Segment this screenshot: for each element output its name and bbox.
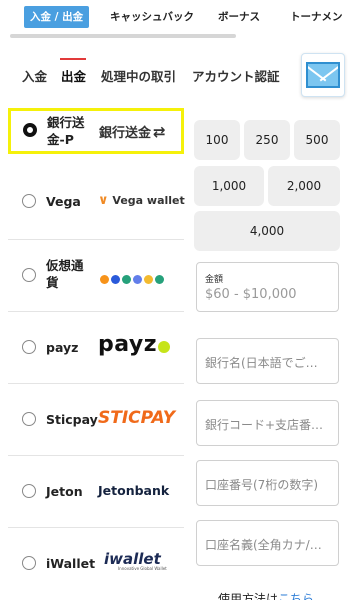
bank-code-field[interactable]: 銀行コード+支店番… bbox=[196, 400, 339, 446]
method-crypto[interactable]: 仮想通貨 bbox=[8, 240, 184, 312]
jetonbank-logo: Jetonbank bbox=[98, 483, 170, 498]
subtab-withdraw[interactable]: 出金 bbox=[61, 66, 86, 85]
amount-field-label: 金額 bbox=[205, 275, 224, 285]
radio-bank-transfer[interactable] bbox=[23, 123, 37, 137]
account-number-field[interactable]: 口座番号(7桁の数字) bbox=[196, 460, 339, 506]
amount-100-button[interactable]: 100 bbox=[194, 120, 240, 160]
subtab-deposit[interactable]: 入金 bbox=[22, 66, 47, 85]
method-jeton[interactable]: Jeton Jetonbank bbox=[8, 456, 184, 528]
method-iwallet[interactable]: iWallet iwallet Innovative Global Wallet bbox=[8, 528, 184, 594]
usage-link[interactable]: こちら bbox=[278, 592, 314, 600]
mail-icon bbox=[306, 62, 340, 88]
account-number-placeholder: 口座番号(7桁の数字) bbox=[205, 478, 318, 492]
tab-cashback[interactable]: キャッシュバック bbox=[110, 6, 194, 28]
method-sticpay[interactable]: Sticpay STICPAY bbox=[8, 384, 184, 456]
amount-4000-button[interactable]: 4,000 bbox=[194, 211, 340, 251]
tab-scroll-indicator bbox=[10, 34, 236, 38]
subtab-active-indicator bbox=[60, 58, 86, 60]
method-bank-transfer[interactable]: 銀行送 金-P 銀行送金 ⇄ bbox=[8, 108, 184, 154]
radio-sticpay[interactable] bbox=[22, 412, 36, 426]
account-holder-field[interactable]: 口座名義(全角カナ/… bbox=[196, 520, 339, 566]
method-name: 銀行送 金-P bbox=[47, 115, 85, 147]
amount-field-placeholder: $60 - $10,000 bbox=[205, 287, 297, 302]
method-name: 仮想通貨 bbox=[46, 258, 84, 290]
top-tab-bar: 入金 / 出金 キャッシュバック ボーナス トーナメン bbox=[0, 0, 353, 40]
bank-code-placeholder: 銀行コード+支店番… bbox=[205, 418, 324, 432]
subtab-pending[interactable]: 処理中の取引 bbox=[101, 66, 176, 85]
method-name: Vega bbox=[46, 194, 81, 209]
vega-logo: ∨ Vega wallet bbox=[98, 193, 185, 208]
radio-iwallet[interactable] bbox=[22, 556, 36, 570]
method-vega[interactable]: Vega ∨ Vega wallet bbox=[8, 160, 185, 240]
method-name: payz bbox=[46, 340, 79, 355]
radio-payz[interactable] bbox=[22, 340, 36, 354]
method-name: iWallet bbox=[46, 556, 96, 571]
amount-500-button[interactable]: 500 bbox=[294, 120, 340, 160]
tab-deposit-withdraw[interactable]: 入金 / 出金 bbox=[24, 6, 90, 28]
amount-2000-button[interactable]: 2,000 bbox=[268, 166, 340, 206]
amount-250-button[interactable]: 250 bbox=[244, 120, 290, 160]
mail-button[interactable] bbox=[301, 53, 345, 97]
tab-tournament[interactable]: トーナメン bbox=[290, 6, 343, 28]
amount-1000-button[interactable]: 1,000 bbox=[194, 166, 264, 206]
radio-vega[interactable] bbox=[22, 194, 36, 208]
bank-name-placeholder: 銀行名(日本語でご… bbox=[205, 356, 318, 370]
subtab-verification[interactable]: アカウント認証 bbox=[192, 66, 280, 85]
payz-logo: payz bbox=[98, 332, 171, 357]
usage-note: 使用方法はこちら bbox=[218, 590, 314, 600]
method-name: Jeton bbox=[46, 484, 83, 499]
bank-name-field[interactable]: 銀行名(日本語でご… bbox=[196, 338, 339, 384]
crypto-logos bbox=[100, 269, 166, 288]
sticpay-logo: STICPAY bbox=[98, 408, 176, 428]
bank-transfer-logo: 銀行送金 ⇄ bbox=[99, 123, 166, 141]
method-payz[interactable]: payz payz bbox=[8, 312, 184, 384]
account-holder-placeholder: 口座名義(全角カナ/… bbox=[205, 538, 322, 552]
tab-bonus[interactable]: ボーナス bbox=[218, 6, 260, 28]
method-name: Sticpay bbox=[46, 412, 98, 427]
radio-jeton[interactable] bbox=[22, 484, 36, 498]
amount-field[interactable]: 金額 $60 - $10,000 bbox=[196, 262, 339, 312]
radio-crypto[interactable] bbox=[22, 268, 36, 282]
iwallet-logo: iwallet Innovative Global Wallet bbox=[104, 550, 167, 571]
